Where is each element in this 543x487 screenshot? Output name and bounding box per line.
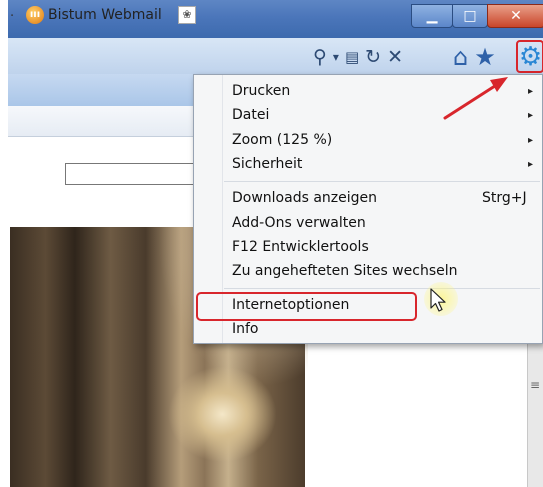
maximize-button[interactable]: □ [452, 4, 488, 28]
submenu-arrow-icon: ▸ [528, 159, 534, 170]
menu-item-zoom[interactable]: Zoom (125 %) [232, 132, 332, 148]
minimize-icon: ▁ [426, 8, 438, 24]
refresh-icon[interactable]: ↻ [365, 46, 381, 68]
home-icon[interactable]: ⌂ [453, 43, 468, 71]
toolbar-icons: ⌂ ★ [453, 43, 496, 71]
favorites-overflow-marker: . [10, 5, 15, 20]
scrollbar-grip-icon[interactable]: ≡ [530, 378, 540, 392]
menu-item-sicherheit[interactable]: Sicherheit [232, 156, 302, 172]
mouse-pointer-icon [430, 288, 446, 312]
submenu-arrow-icon: ▸ [528, 135, 534, 146]
stop-icon[interactable]: ✕ [387, 46, 403, 68]
menu-separator [224, 288, 540, 289]
address-bar-buttons: ⚲ ▾ ▤ ↻ ✕ [313, 44, 403, 70]
chevron-down-icon[interactable]: ▾ [333, 50, 339, 64]
menu-separator [224, 181, 540, 182]
submenu-arrow-icon: ▸ [528, 110, 534, 121]
favorites-star-icon[interactable]: ★ [474, 43, 496, 71]
close-button[interactable]: ✕ [487, 4, 543, 28]
favorite-site-icon[interactable]: ❀ [178, 6, 196, 24]
menu-item-drucken[interactable]: Drucken [232, 83, 290, 99]
compatibility-view-icon[interactable]: ▤ [345, 48, 359, 66]
shortcut-label: Strg+J [482, 190, 527, 206]
menu-item-f12-devtools[interactable]: F12 Entwicklertools [232, 239, 369, 255]
menu-item-pinned-sites[interactable]: Zu angehefteten Sites wechseln [232, 263, 458, 279]
menu-item-info[interactable]: Info [232, 321, 259, 337]
gear-highlight-box [516, 40, 543, 73]
menu-item-datei[interactable]: Datei [232, 107, 269, 123]
minimize-button[interactable]: ▁ [411, 4, 453, 28]
menu-item-downloads[interactable]: Downloads anzeigen [232, 190, 377, 206]
close-icon: ✕ [510, 8, 522, 24]
search-icon[interactable]: ⚲ [313, 46, 327, 68]
favorite-label: Bistum Webmail [48, 7, 162, 23]
submenu-arrow-icon: ▸ [528, 86, 534, 97]
page-scrollbar[interactable] [527, 327, 543, 487]
internetoptionen-highlight-box [196, 292, 417, 321]
favorite-bistum-webmail[interactable]: ııı Bistum Webmail [26, 6, 162, 24]
maximize-icon: □ [463, 8, 477, 24]
webmail-site-icon: ııı [26, 6, 44, 24]
menu-item-addons[interactable]: Add-Ons verwalten [232, 215, 366, 231]
